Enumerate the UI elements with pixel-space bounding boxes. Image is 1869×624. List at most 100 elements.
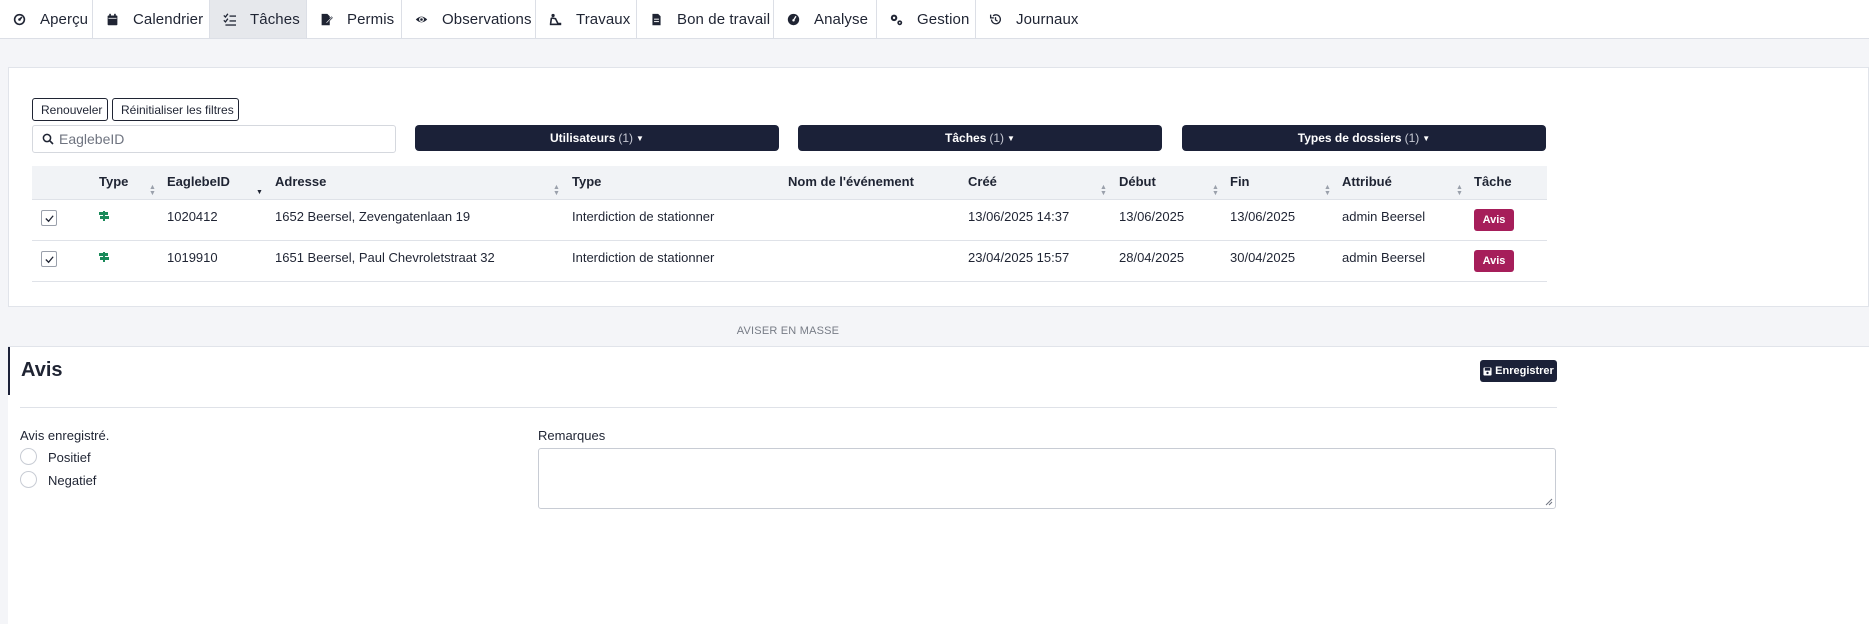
sort-desc-icon[interactable]: ▼ <box>256 189 263 196</box>
col-cree[interactable]: Créé <box>968 166 997 200</box>
cell-end: 13/06/2025 <box>1230 209 1296 224</box>
save-icon <box>1483 366 1492 376</box>
tab-journaux[interactable]: Journaux <box>976 0 1086 38</box>
tasks-panel: Renouveler Réinitialiser les filtres Uti… <box>8 67 1869 307</box>
permit-icon <box>320 12 333 26</box>
tab-travaux[interactable]: Travaux <box>536 0 637 38</box>
col-debut[interactable]: Début <box>1119 166 1156 200</box>
radio-negatief[interactable] <box>20 471 37 488</box>
remarks-label: Remarques <box>538 428 606 443</box>
col-type[interactable]: Type <box>99 166 128 200</box>
search-input[interactable] <box>59 131 379 147</box>
cell-address: 1652 Beersel, Zevengatenlaan 19 <box>275 209 471 224</box>
tab-permis[interactable]: Permis <box>307 0 402 38</box>
resize-handle-icon[interactable] <box>1545 498 1553 506</box>
col-event-name[interactable]: Nom de l'événement <box>788 166 914 200</box>
row-checkbox[interactable] <box>41 210 57 226</box>
tab-label: Bon de travail <box>677 10 771 28</box>
cell-start: 13/06/2025 <box>1119 209 1185 224</box>
cell-address: 1651 Beersel, Paul Chevroletstraat 32 <box>275 250 495 265</box>
bulk-notify-label: AVISER EN MASSE <box>736 325 840 337</box>
folder-types-filter-label: Types de dossiers <box>1297 131 1402 145</box>
col-type-2[interactable]: Type <box>572 166 601 200</box>
save-label: Enregistrer <box>1495 365 1554 377</box>
search-box <box>32 125 396 153</box>
sort-icon[interactable]: ▲ ▼ <box>553 184 560 197</box>
signpost-icon <box>99 211 109 221</box>
tab-label: Tâches <box>250 10 300 28</box>
users-filter-dropdown[interactable]: Utilisateurs (1) ▼ <box>415 125 779 151</box>
radio-negatief-label[interactable]: Negatief <box>48 473 96 488</box>
tab-label: Analyse <box>814 10 869 28</box>
tab-apercu[interactable]: Aperçu <box>0 0 93 38</box>
col-fin[interactable]: Fin <box>1230 166 1250 200</box>
tab-calendrier[interactable]: Calendrier <box>93 0 210 38</box>
col-attribue[interactable]: Attribué <box>1342 166 1392 200</box>
avis-card: Avis Enregistrer Avis enregistré. Positi… <box>8 346 1869 624</box>
main-nav: Aperçu Calendrier Tâches Permis Observat… <box>0 0 1869 39</box>
calendar-icon <box>106 12 119 26</box>
cell-start: 28/04/2025 <box>1119 250 1185 265</box>
avis-title: Avis <box>21 359 63 381</box>
tasks-icon <box>223 12 236 26</box>
folder-types-filter-count: (1) <box>1404 131 1420 145</box>
folder-types-filter-dropdown[interactable]: Types de dossiers (1) ▼ <box>1182 125 1546 151</box>
tab-label: Permis <box>347 10 395 28</box>
divider <box>20 407 1557 408</box>
tasks-filter-dropdown[interactable]: Tâches (1) ▼ <box>798 125 1162 151</box>
search-icon <box>42 133 54 145</box>
col-adresse[interactable]: Adresse <box>275 166 326 200</box>
eye-icon <box>415 12 428 26</box>
tab-gestion[interactable]: Gestion <box>877 0 976 38</box>
users-filter-label: Utilisateurs <box>550 131 616 145</box>
roadworks-icon <box>549 12 562 26</box>
tab-label: Travaux <box>576 10 631 28</box>
tab-label: Aperçu <box>40 10 89 28</box>
tab-bon-de-travail[interactable]: Bon de travail <box>637 0 774 38</box>
caret-down-icon: ▼ <box>1422 133 1431 143</box>
users-filter-count: (1) <box>618 131 634 145</box>
reset-filters-button[interactable]: Réinitialiser les filtres <box>112 98 239 121</box>
avis-status-label: Avis enregistré. <box>20 428 110 443</box>
cell-end: 30/04/2025 <box>1230 250 1296 265</box>
tab-analyse[interactable]: Analyse <box>774 0 877 38</box>
checkmark-icon <box>44 214 54 222</box>
row-checkbox[interactable] <box>41 251 57 267</box>
sort-icon[interactable]: ▲ ▼ <box>1212 184 1219 197</box>
radio-positief-label[interactable]: Positief <box>48 450 91 465</box>
gauge-icon <box>787 12 800 26</box>
tab-observations[interactable]: Observations <box>402 0 536 38</box>
cell-id: 1019910 <box>167 250 218 265</box>
remarks-textarea[interactable] <box>538 448 1556 509</box>
tasks-filter-label: Tâches <box>945 131 987 145</box>
sort-icon[interactable]: ▲ ▼ <box>1100 184 1107 197</box>
table-row[interactable]: 1019910 1651 Beersel, Paul Chevroletstra… <box>32 241 1547 282</box>
save-button[interactable]: Enregistrer <box>1480 360 1557 382</box>
avis-button[interactable]: Avis <box>1474 209 1514 231</box>
signpost-icon <box>99 252 109 262</box>
history-icon <box>989 12 1002 26</box>
radio-positief[interactable] <box>20 448 37 465</box>
refresh-button[interactable]: Renouveler <box>32 98 108 121</box>
col-eaglebeid[interactable]: EaglebeID <box>167 166 230 200</box>
tasks-filter-count: (1) <box>989 131 1005 145</box>
cell-id: 1020412 <box>167 209 218 224</box>
cell-type: Interdiction de stationner <box>572 250 715 265</box>
cell-assigned: admin Beersel <box>1342 209 1426 224</box>
sort-icon[interactable]: ▲ ▼ <box>1456 184 1463 197</box>
sort-icon[interactable]: ▲ ▼ <box>1324 184 1331 197</box>
cell-type: Interdiction de stationner <box>572 209 715 224</box>
tab-taches[interactable]: Tâches <box>210 0 307 38</box>
table-row[interactable]: 1020412 1652 Beersel, Zevengatenlaan 19 … <box>32 200 1547 241</box>
checkmark-icon <box>44 255 54 263</box>
sort-icon[interactable]: ▲ ▼ <box>149 184 156 197</box>
table-header: Type ▲ ▼ EaglebeID ▼ Adresse ▲ ▼ Type Nom … <box>32 166 1547 200</box>
tab-label: Calendrier <box>133 10 204 28</box>
tab-label: Journaux <box>1016 10 1079 28</box>
cell-created: 23/04/2025 15:57 <box>968 250 1070 265</box>
caret-down-icon: ▼ <box>1007 133 1015 143</box>
avis-button[interactable]: Avis <box>1474 250 1514 272</box>
caret-down-icon: ▼ <box>636 133 644 143</box>
gears-icon <box>890 12 903 26</box>
reset-filters-label: Réinitialiser les filtres <box>121 102 234 117</box>
